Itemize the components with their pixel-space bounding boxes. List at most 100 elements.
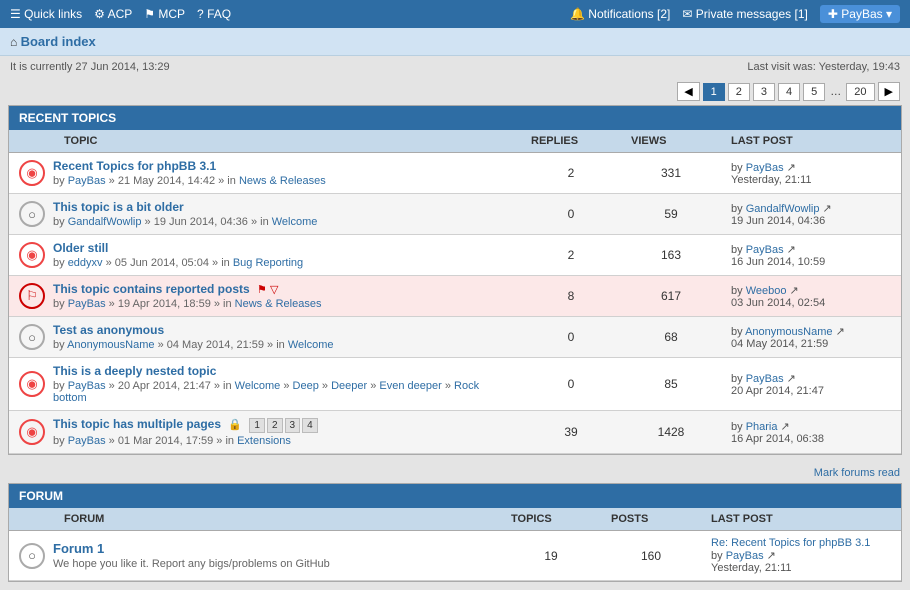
table-row: ○ This topic is a bit older by GandalfWo…: [9, 194, 901, 235]
mini-page-3[interactable]: 3: [285, 418, 301, 433]
prev-page-button[interactable]: ◀: [677, 82, 699, 101]
author-link[interactable]: PayBas: [68, 298, 106, 310]
forum-info: Forum 1 We hope you like it. Report any …: [53, 541, 491, 570]
forum-link[interactable]: Deeper: [331, 380, 367, 392]
col-topic-header: TOPIC: [9, 130, 521, 152]
forum-last-post-cell: Re: Recent Topics for phpBB 3.1 by PayBa…: [701, 531, 901, 580]
mcp-link[interactable]: ⚑ MCP: [144, 7, 185, 21]
next-page-button[interactable]: ▶: [878, 82, 900, 101]
topic-cell: ◉ This is a deeply nested topic by PayBa…: [9, 358, 521, 410]
views-cell: 331: [621, 160, 721, 186]
topic-title-link[interactable]: This is a deeply nested topic: [53, 364, 216, 378]
last-post-arrow: ↗: [790, 285, 799, 297]
last-post-author-link[interactable]: GandalfWowlip: [746, 203, 820, 215]
topic-cell: ○ This topic is a bit older by GandalfWo…: [9, 194, 521, 234]
table-row: ○ Test as anonymous by AnonymousName » 0…: [9, 317, 901, 358]
topic-info: Recent Topics for phpBB 3.1 by PayBas » …: [53, 159, 511, 187]
page-4-button[interactable]: 4: [778, 83, 800, 101]
replies-cell: 2: [521, 160, 621, 186]
topic-cell: ○ Test as anonymous by AnonymousName » 0…: [9, 317, 521, 357]
mini-pages: 1 2 3 4: [249, 418, 317, 433]
table-row: ⚐ This topic contains reported posts ⚑ ▽…: [9, 276, 901, 317]
forum-icon: ○: [19, 543, 45, 569]
page-20-button[interactable]: 20: [846, 83, 874, 101]
author-link[interactable]: PayBas: [68, 175, 106, 187]
forum-last-post-author-link[interactable]: PayBas: [726, 550, 764, 562]
recent-topics-section: RECENT TOPICS TOPIC REPLIES VIEWS LAST P…: [8, 105, 902, 455]
last-post-arrow: ↗: [787, 162, 796, 174]
topic-new-icon: ◉: [19, 371, 45, 397]
last-post-author-link[interactable]: Weeboo: [746, 285, 787, 297]
author-link[interactable]: GandalfWowlip: [68, 216, 142, 228]
quick-links-menu[interactable]: ☰ Quick links: [10, 7, 82, 21]
faq-link[interactable]: ? FAQ: [197, 7, 231, 21]
last-post-author-link[interactable]: PayBas: [746, 373, 784, 385]
forum-link[interactable]: Welcome: [288, 339, 334, 351]
last-post-cell: by Pharia ↗ 16 Apr 2014, 06:38: [721, 414, 901, 451]
page-2-button[interactable]: 2: [728, 83, 750, 101]
topic-title-link[interactable]: This topic is a bit older: [53, 200, 184, 214]
views-cell: 59: [621, 201, 721, 227]
hamburger-icon: ☰: [10, 7, 21, 21]
recent-topics-header: RECENT TOPICS: [9, 106, 901, 130]
topic-title-link[interactable]: Test as anonymous: [53, 323, 164, 337]
mini-page-2[interactable]: 2: [267, 418, 283, 433]
last-post-author-link[interactable]: PayBas: [746, 162, 784, 174]
forum-description: We hope you like it. Report any bigs/pro…: [53, 558, 491, 570]
private-messages-link[interactable]: ✉ Private messages [1]: [682, 7, 807, 21]
col-forum-lastpost-header: LAST POST: [701, 508, 901, 530]
forum-link[interactable]: Bug Reporting: [233, 257, 303, 269]
forum-link[interactable]: Even deeper: [379, 380, 441, 392]
table-row: ◉ This is a deeply nested topic by PayBa…: [9, 358, 901, 411]
forum-title-link[interactable]: Forum 1: [53, 541, 104, 556]
forum-link[interactable]: News & Releases: [239, 175, 326, 187]
top-bar-right: 🔔 Notifications [2] ✉ Private messages […: [570, 5, 900, 23]
topic-reported-icon: ⚐: [19, 283, 45, 309]
current-time: It is currently 27 Jun 2014, 13:29: [10, 61, 170, 73]
views-cell: 163: [621, 242, 721, 268]
topic-info: This is a deeply nested topic by PayBas …: [53, 364, 511, 404]
top-bar: ☰ Quick links ⚙ ACP ⚑ MCP ? FAQ 🔔 Notifi…: [0, 0, 910, 28]
last-post-author-link[interactable]: Pharia: [746, 421, 778, 433]
col-forum-header: FORUM: [9, 508, 501, 530]
replies-cell: 0: [521, 201, 621, 227]
forum-link[interactable]: Welcome: [272, 216, 318, 228]
last-post-author-link[interactable]: PayBas: [746, 244, 784, 256]
forum-col-headers: FORUM TOPICS POSTS LAST POST: [9, 508, 901, 531]
notifications-link[interactable]: 🔔 Notifications [2]: [570, 7, 670, 21]
topic-meta: by eddyxv » 05 Jun 2014, 05:04 » in Bug …: [53, 257, 511, 269]
author-link[interactable]: eddyxv: [68, 257, 103, 269]
forum-last-post-link[interactable]: Re: Recent Topics for phpBB 3.1: [711, 537, 870, 549]
mini-page-4[interactable]: 4: [302, 418, 318, 433]
last-post-arrow: ↗: [781, 421, 790, 433]
col-headers: TOPIC REPLIES VIEWS LAST POST: [9, 130, 901, 153]
topic-cell: ◉ This topic has multiple pages 🔒 1 2 3 …: [9, 411, 521, 453]
page-1-button[interactable]: 1: [703, 83, 725, 101]
forum-link[interactable]: News & Releases: [235, 298, 322, 310]
forum-link[interactable]: Welcome: [235, 380, 281, 392]
acp-icon: ⚙: [94, 7, 105, 21]
last-post-author-link[interactable]: AnonymousName: [745, 326, 832, 338]
page-5-button[interactable]: 5: [803, 83, 825, 101]
topic-meta: by AnonymousName » 04 May 2014, 21:59 » …: [53, 339, 511, 351]
views-cell: 68: [621, 324, 721, 350]
replies-cell: 0: [521, 324, 621, 350]
topic-title-link[interactable]: Recent Topics for phpBB 3.1: [53, 159, 216, 173]
author-link[interactable]: AnonymousName: [67, 339, 154, 351]
forum-link[interactable]: Extensions: [237, 435, 291, 447]
board-index-link[interactable]: Board index: [21, 34, 96, 49]
page-ellipsis: …: [828, 86, 843, 98]
author-link[interactable]: PayBas: [68, 380, 106, 392]
mini-page-1[interactable]: 1: [249, 418, 265, 433]
mark-forums-read[interactable]: Mark forums read: [0, 463, 910, 483]
acp-link[interactable]: ⚙ ACP: [94, 7, 132, 21]
forum-link[interactable]: Deep: [293, 380, 319, 392]
topic-title-link[interactable]: Older still: [53, 241, 108, 255]
username-menu[interactable]: ✚ PayBas ▾: [820, 5, 900, 23]
last-post-cell: by Weeboo ↗ 03 Jun 2014, 02:54: [721, 278, 901, 315]
author-link[interactable]: PayBas: [68, 435, 106, 447]
topic-title-link[interactable]: This topic contains reported posts: [53, 282, 250, 296]
topic-title-link[interactable]: This topic has multiple pages: [53, 417, 221, 431]
topic-meta: by PayBas » 20 Apr 2014, 21:47 » in Welc…: [53, 380, 511, 404]
page-3-button[interactable]: 3: [753, 83, 775, 101]
